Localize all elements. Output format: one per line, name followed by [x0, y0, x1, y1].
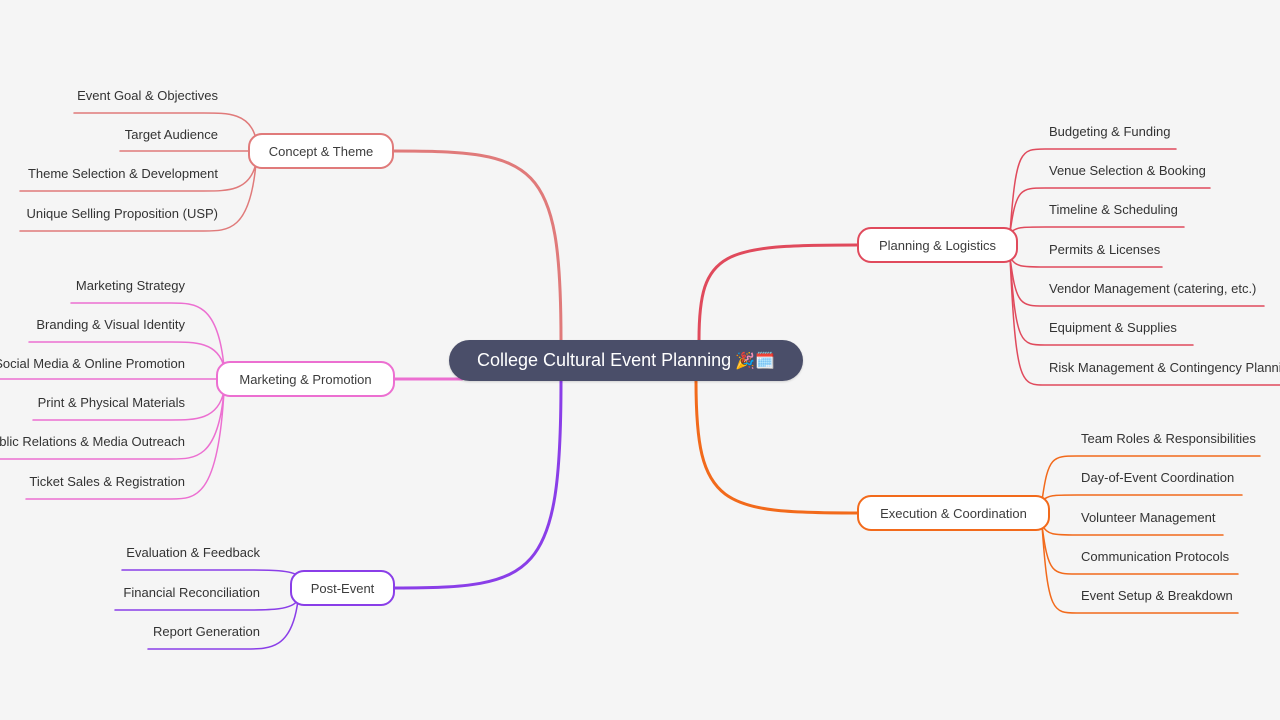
- branch-marketing-promotion[interactable]: Marketing & Promotion: [216, 361, 395, 397]
- subtopic[interactable]: Timeline & Scheduling: [1049, 202, 1178, 218]
- party-popper-calendar-icon: 🎉🗓️: [735, 351, 775, 370]
- root-topic-label: College Cultural Event Planning: [477, 350, 732, 370]
- subtopic[interactable]: Social Media & Online Promotion: [0, 356, 185, 372]
- subtopic[interactable]: Risk Management & Contingency Planning: [1049, 360, 1280, 376]
- subtopic[interactable]: Evaluation & Feedback: [126, 545, 260, 561]
- subtopic[interactable]: Ticket Sales & Registration: [29, 474, 185, 490]
- branch-concept-theme[interactable]: Concept & Theme: [248, 133, 394, 169]
- connector-root-planning: [697, 243, 859, 342]
- subtopic[interactable]: Unique Selling Proposition (USP): [27, 206, 218, 222]
- branch-label: Execution & Coordination: [880, 505, 1027, 521]
- mindmap-canvas: College Cultural Event Planning 🎉🗓️ Conc…: [0, 0, 1280, 720]
- connector-subtopic: [1041, 524, 1224, 536]
- connector-subtopic: [114, 599, 299, 611]
- branch-execution-coordination[interactable]: Execution & Coordination: [857, 495, 1050, 531]
- subtopic[interactable]: Print & Physical Materials: [38, 395, 185, 411]
- subtopic[interactable]: Theme Selection & Development: [28, 166, 218, 182]
- connector-root-concept: [392, 149, 563, 342]
- connector-subtopic: [1009, 148, 1177, 234]
- subtopic[interactable]: Communication Protocols: [1081, 549, 1229, 565]
- subtopic[interactable]: Budgeting & Funding: [1049, 124, 1170, 140]
- branch-label: Concept & Theme: [268, 143, 374, 159]
- subtopic[interactable]: Report Generation: [153, 624, 260, 640]
- connector-root-execution: [694, 379, 859, 515]
- subtopic[interactable]: Vendor Management (catering, etc.): [1049, 281, 1256, 297]
- branch-label: Marketing & Promotion: [239, 371, 372, 387]
- connector-subtopic: [1009, 256, 1163, 268]
- subtopic[interactable]: Permits & Licenses: [1049, 242, 1160, 258]
- subtopic[interactable]: Venue Selection & Booking: [1049, 163, 1206, 179]
- branch-post-event[interactable]: Post-Event: [290, 570, 395, 606]
- subtopic[interactable]: Target Audience: [125, 127, 218, 143]
- branch-label: Planning & Logistics: [878, 237, 997, 253]
- subtopic[interactable]: Event Setup & Breakdown: [1081, 588, 1233, 604]
- subtopic[interactable]: Public Relations & Media Outreach: [0, 434, 185, 450]
- subtopic[interactable]: Equipment & Supplies: [1049, 320, 1177, 336]
- branch-planning-logistics[interactable]: Planning & Logistics: [857, 227, 1018, 263]
- subtopic[interactable]: Marketing Strategy: [76, 278, 185, 294]
- subtopic[interactable]: Branding & Visual Identity: [36, 317, 185, 333]
- subtopic[interactable]: Day-of-Event Coordination: [1081, 470, 1234, 486]
- subtopic[interactable]: Financial Reconciliation: [123, 585, 260, 601]
- connector-subtopic: [121, 569, 299, 577]
- connector-subtopic: [1041, 494, 1243, 502]
- branch-label: Post-Event: [310, 580, 375, 596]
- root-topic[interactable]: College Cultural Event Planning 🎉🗓️: [449, 340, 803, 381]
- subtopic[interactable]: Team Roles & Responsibilities: [1081, 431, 1256, 447]
- connector-subtopic: [1009, 226, 1185, 234]
- connector-root-post-event: [393, 379, 563, 590]
- subtopic[interactable]: Event Goal & Objectives: [77, 88, 218, 104]
- subtopic[interactable]: Volunteer Management: [1081, 510, 1215, 526]
